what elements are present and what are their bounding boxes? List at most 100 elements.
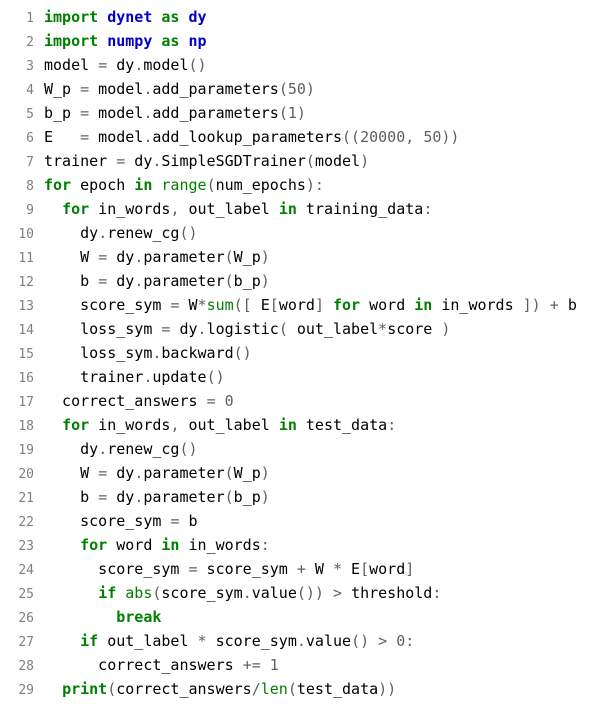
line-number: 4: [0, 79, 44, 102]
code-line: 11 W = dy.parameter(W_p): [0, 246, 600, 270]
operator-token: ): [297, 104, 306, 122]
code-content: dy.renew_cg(): [44, 438, 600, 461]
operator-token: (): [234, 344, 252, 362]
code-content: score_sym = W*sum([ E[word] for word in …: [44, 294, 600, 317]
operator-token: ):: [306, 176, 324, 194]
operator-token: .: [243, 584, 252, 602]
operator-token: =: [161, 320, 170, 338]
operator-token: (): [189, 56, 207, 74]
operator-token: )): [441, 128, 459, 146]
module-token: np: [189, 32, 207, 50]
code-line: 25 if abs(score_sym.value()) > threshold…: [0, 582, 600, 606]
line-number: 9: [0, 199, 44, 222]
code-content: score_sym = score_sym + W * E[word]: [44, 558, 600, 581]
operator-token: .: [198, 320, 207, 338]
line-number: 11: [0, 247, 44, 270]
code-content: trainer = dy.SimpleSGDTrainer(model): [44, 150, 600, 173]
code-content: for in_words, out_label in test_data:: [44, 414, 600, 437]
keyword-token: break: [116, 608, 161, 626]
line-number: 14: [0, 319, 44, 342]
code-content: loss_sym.backward(): [44, 342, 600, 365]
code-content: model = dy.model(): [44, 54, 600, 77]
keyword-token: for: [333, 296, 360, 314]
operator-token: ): [441, 320, 450, 338]
operator-token: ,: [170, 416, 188, 434]
code-content: import numpy as np: [44, 30, 600, 53]
operator-token: .: [134, 464, 143, 482]
operator-token: .: [134, 56, 143, 74]
module-token: numpy: [107, 32, 152, 50]
code-line: 13 score_sym = W*sum([ E[word] for word …: [0, 294, 600, 318]
code-line: 23 for word in in_words:: [0, 534, 600, 558]
operator-token: (: [225, 272, 234, 290]
number-token: 50: [288, 80, 306, 98]
keyword-token: for: [62, 416, 89, 434]
code-line: 27 if out_label * score_sym.value() > 0:: [0, 630, 600, 654]
builtin-token: abs: [125, 584, 152, 602]
keyword-token: in: [134, 176, 152, 194]
code-content: correct_answers = 0: [44, 390, 600, 413]
line-number: 29: [0, 679, 44, 702]
line-number: 26: [0, 607, 44, 630]
line-number: 1: [0, 7, 44, 30]
line-number: 7: [0, 151, 44, 174]
operator-token: .: [143, 368, 152, 386]
operator-token: =: [98, 272, 107, 290]
line-number: 22: [0, 511, 44, 534]
operator-token: ]: [315, 296, 333, 314]
operator-token: *: [198, 632, 207, 650]
code-line: 15 loss_sym.backward(): [0, 342, 600, 366]
line-number: 2: [0, 31, 44, 54]
code-line: 14 loss_sym = dy.logistic( out_label*sco…: [0, 318, 600, 342]
number-token: 1: [288, 104, 297, 122]
code-content: break: [44, 606, 600, 629]
code-line: 9 for in_words, out_label in training_da…: [0, 198, 600, 222]
keyword-token: for: [44, 176, 71, 194]
operator-token: =: [80, 104, 89, 122]
operator-token: .: [134, 248, 143, 266]
line-number: 8: [0, 175, 44, 198]
operator-token: (: [279, 104, 288, 122]
code-content: dy.renew_cg(): [44, 222, 600, 245]
line-number: 10: [0, 223, 44, 246]
line-number: 21: [0, 487, 44, 510]
line-number: 25: [0, 583, 44, 606]
number-token: 20000: [360, 128, 405, 146]
operator-token: .: [143, 80, 152, 98]
operator-token: +: [297, 560, 306, 578]
code-content: for word in in_words:: [44, 534, 600, 557]
operator-token: =: [98, 56, 107, 74]
keyword-token: for: [62, 200, 89, 218]
operator-token: *: [333, 560, 342, 578]
operator-token: =: [189, 560, 198, 578]
line-number: 23: [0, 535, 44, 558]
operator-token: (: [279, 320, 297, 338]
keyword-token: as: [161, 32, 179, 50]
operator-token: (: [225, 464, 234, 482]
operator-token: (: [207, 176, 216, 194]
code-line: 17 correct_answers = 0: [0, 390, 600, 414]
operator-token: ): [261, 272, 270, 290]
code-line: 4W_p = model.add_parameters(50): [0, 78, 600, 102]
operator-token: ]) +: [523, 296, 568, 314]
line-number: 15: [0, 343, 44, 366]
operator-token: *: [198, 296, 207, 314]
code-content: W = dy.parameter(W_p): [44, 246, 600, 269]
operator-token: (: [288, 680, 297, 698]
code-line: 18 for in_words, out_label in test_data:: [0, 414, 600, 438]
operator-token: [: [270, 296, 279, 314]
module-token: dy: [189, 8, 207, 26]
keyword-token: if: [80, 632, 98, 650]
operator-token: ): [306, 80, 315, 98]
code-content: trainer.update(): [44, 366, 600, 389]
code-content: b = dy.parameter(b_p): [44, 270, 600, 293]
line-number: 18: [0, 415, 44, 438]
code-line: 22 score_sym = b: [0, 510, 600, 534]
operator-token: () >: [351, 632, 396, 650]
operator-token: (): [179, 440, 197, 458]
operator-token: [: [360, 560, 369, 578]
operator-token: =: [98, 488, 107, 506]
operator-token: .: [152, 344, 161, 362]
code-content: for epoch in range(num_epochs):: [44, 174, 600, 197]
code-line: 26 break: [0, 606, 600, 630]
